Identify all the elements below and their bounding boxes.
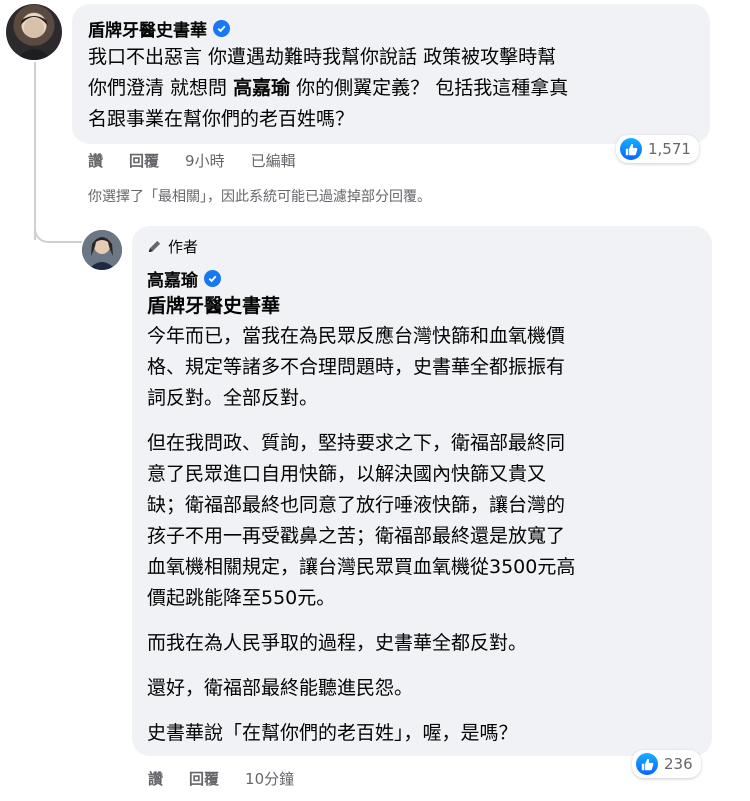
thread-line-vertical (34, 62, 36, 240)
reply-line: 孩子不用一再受戳鼻之苦；衛福部最終還是放寬了 (147, 525, 566, 547)
comment-bubble: 盾牌牙醫史書華 我口不出惡言 你遭遇劫難時我幫你說話 政策被攻擊時幫 你們澄清 … (72, 4, 710, 144)
reply-author[interactable]: 高嘉瑜 (147, 266, 221, 291)
pencil-icon (148, 240, 161, 253)
reply-line: 血氧機相關規定，讓台灣民眾買血氧機從3500元高 (147, 556, 576, 578)
like-button[interactable]: 讚 (148, 768, 163, 789)
reply-button[interactable]: 回覆 (129, 150, 159, 171)
verified-badge-icon (213, 20, 230, 37)
like-button[interactable]: 讚 (88, 150, 103, 171)
comment-line: 我口不出惡言 你遭遇劫難時我幫你說話 政策被攻擊時幫 (88, 46, 557, 68)
reply-line: 還好，衛福部最終能聽進民怨。 (147, 677, 414, 699)
reply-actions: 讚 回覆 10分鐘 (148, 768, 320, 789)
reply-paragraph: 還好，衛福部最終能聽進民怨。 (147, 673, 702, 704)
edited-label: 已編輯 (250, 152, 296, 170)
comment-line-text: 你的側翼定義？ 包括我這種拿真 (290, 77, 569, 99)
like-thumb-icon (620, 138, 642, 160)
author-badge-label: 作者 (168, 238, 199, 256)
reply-line: 而我在為人民爭取的過程，史書華全都反對。 (147, 632, 528, 654)
reply-bubble: 作者 高嘉瑜 盾牌牙醫史書華 今年而已，當我在為民眾反應台灣快篩和血氧機價 格、… (132, 226, 712, 756)
reply-line: 今年而已，當我在為民眾反應台灣快篩和血氧機價 (147, 325, 566, 347)
comment-line: 名跟事業在幫你們的老百姓嗎？ (88, 108, 355, 130)
avatar[interactable] (6, 4, 62, 60)
avatar-portrait-icon (16, 16, 52, 60)
reaction-count[interactable]: 236 (632, 750, 701, 778)
reply-line: 缺；衛福部最終也同意了放行唾液快篩，讓台灣的 (147, 494, 566, 516)
comment-actions: 讚 回覆 9小時 已編輯 (88, 150, 322, 171)
reply-line: 但在我問政、質詢，堅持要求之下，衛福部最終同 (147, 432, 566, 454)
filter-note: 你選擇了「最相關」，因此系統可能已過濾掉部分回覆。 (88, 189, 431, 205)
like-thumb-icon (636, 753, 658, 775)
reaction-number: 1,571 (648, 140, 691, 158)
reply-line: 詞反對。全部反對。 (147, 387, 319, 409)
timestamp[interactable]: 9小時 (185, 150, 225, 171)
comment-line-text: 你們澄清 就想問 (88, 77, 234, 99)
verified-badge-icon (204, 270, 221, 287)
mention-link[interactable]: 高嘉瑜 (233, 77, 290, 99)
avatar-portrait-icon (82, 230, 122, 270)
reaction-count[interactable]: 1,571 (616, 135, 699, 163)
author-badge: 作者 (147, 236, 198, 257)
reply-button[interactable]: 回覆 (189, 768, 219, 789)
author-name[interactable]: 盾牌牙醫史書華 (88, 16, 207, 41)
reply-line: 意了民眾進口自用快篩，以解決國內快篩又貴又 (147, 463, 547, 485)
reply-line: 價起跳能降至550元。 (147, 587, 336, 609)
reply-line: 史書華說「在幫你們的老百姓」，喔，是嗎？ (147, 722, 518, 744)
thread-line-curve (34, 225, 82, 243)
reply-paragraph: 但在我問政、質詢，堅持要求之下，衛福部最終同 意了民眾進口自用快篩，以解決國內快… (147, 428, 702, 614)
reply-avatar[interactable] (82, 230, 122, 270)
reaction-number: 236 (664, 755, 693, 773)
reply-paragraph: 而我在為人民爭取的過程，史書華全都反對。 (147, 628, 702, 659)
reply-paragraph: 今年而已，當我在為民眾反應台灣快篩和血氧機價 格、規定等諸多不合理問題時，史書華… (147, 321, 702, 414)
comment-line: 你們澄清 就想問 高嘉瑜 你的側翼定義？ 包括我這種拿真 (88, 73, 703, 104)
mention-link[interactable]: 盾牌牙醫史書華 (147, 292, 280, 320)
timestamp[interactable]: 10分鐘 (245, 768, 294, 789)
reply-text: 今年而已，當我在為民眾反應台灣快篩和血氧機價 格、規定等諸多不合理問題時，史書華… (147, 321, 702, 749)
reply-line: 格、規定等諸多不合理問題時，史書華全都振振有 (147, 356, 566, 378)
comment-text: 我口不出惡言 你遭遇劫難時我幫你說話 政策被攻擊時幫 你們澄清 就想問 高嘉瑜 … (88, 42, 703, 135)
author-name[interactable]: 高嘉瑜 (147, 266, 198, 291)
comment-author[interactable]: 盾牌牙醫史書華 (88, 16, 230, 41)
reply-paragraph: 史書華說「在幫你們的老百姓」，喔，是嗎？ (147, 718, 702, 749)
